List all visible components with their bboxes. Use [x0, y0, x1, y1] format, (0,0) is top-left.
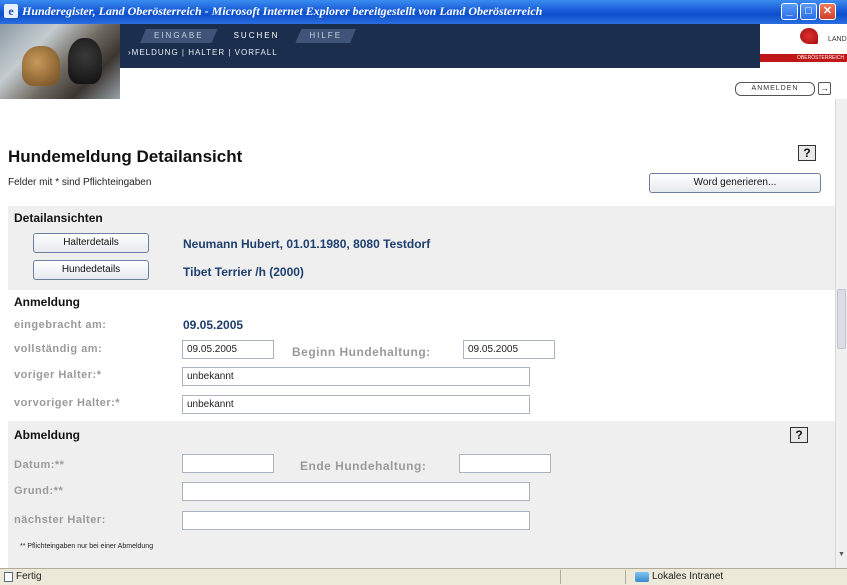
- land-ooe-logo: LAND OBERÖSTERREICH: [760, 24, 847, 68]
- scroll-down-icon[interactable]: ▼: [837, 551, 846, 561]
- eingebracht-value: 09.05.2005: [183, 318, 244, 332]
- main-navigation: EINGABE SUCHEN HILFE ›MELDUNG | HALTER |…: [120, 24, 760, 68]
- datum-label: Datum:**: [14, 459, 65, 471]
- beginn-hundehaltung-label: Beginn Hundehaltung:: [292, 345, 431, 359]
- status-divider: [560, 570, 561, 584]
- intranet-zone-icon: [635, 572, 649, 582]
- datum-field[interactable]: [182, 454, 274, 473]
- voriger-halter-label: voriger Halter:*: [14, 369, 102, 381]
- sub-navigation[interactable]: ›MELDUNG | HALTER | VORFALL: [128, 48, 278, 57]
- abmeldung-help-icon[interactable]: ?: [790, 427, 808, 443]
- beginn-hundehaltung-field[interactable]: 09.05.2005: [463, 340, 555, 359]
- dog-image-brown: [22, 46, 60, 86]
- voriger-halter-field[interactable]: unbekannt: [182, 367, 530, 386]
- login-arrow-icon[interactable]: →: [818, 82, 831, 95]
- help-icon[interactable]: ?: [798, 145, 816, 161]
- dog-image-black: [68, 38, 102, 84]
- vertical-scrollbar[interactable]: ▼: [835, 99, 847, 568]
- naechster-halter-label: nächster Halter:: [14, 514, 106, 526]
- grund-field[interactable]: [182, 482, 530, 501]
- vollstaendig-label: vollständig am:: [14, 343, 103, 355]
- status-bar: Fertig Lokales Intranet: [0, 568, 847, 585]
- logo-red-bar: OBERÖSTERREICH: [760, 54, 847, 62]
- tab-eingabe[interactable]: EINGABE: [140, 29, 218, 43]
- logo-emblem-icon: [800, 28, 818, 44]
- tab-hilfe[interactable]: HILFE: [295, 29, 356, 43]
- logo-land-text: LAND: [828, 36, 847, 43]
- security-zone: Lokales Intranet: [652, 571, 724, 582]
- anmelden-button[interactable]: ANMELDEN: [735, 82, 815, 96]
- eingebracht-label: eingebracht am:: [14, 319, 107, 331]
- status-text: Fertig: [16, 571, 42, 582]
- hunde-summary: Tibet Terrier /h (2000): [183, 265, 304, 279]
- page-done-icon: [4, 572, 13, 582]
- header-banner: EINGABE SUCHEN HILFE ›MELDUNG | HALTER |…: [0, 24, 847, 99]
- vollstaendig-field[interactable]: 09.05.2005: [182, 340, 274, 359]
- halter-summary: Neumann Hubert, 01.01.1980, 8080 Testdor…: [183, 237, 431, 251]
- page-title: Hundemeldung Detailansicht: [8, 147, 243, 166]
- internet-explorer-icon: e: [4, 4, 18, 18]
- status-divider: [625, 570, 626, 584]
- close-button[interactable]: ✕: [819, 3, 836, 20]
- ende-hundehaltung-field[interactable]: [459, 454, 551, 473]
- nav-tabs: EINGABE SUCHEN HILFE: [140, 29, 358, 43]
- halterdetails-button[interactable]: Halterdetails: [33, 233, 149, 253]
- abmeldung-section-title: Abmeldung: [14, 428, 80, 442]
- required-fields-note: Felder mit * sind Pflichteingaben: [8, 177, 152, 188]
- ende-hundehaltung-label: Ende Hundehaltung:: [300, 459, 427, 473]
- naechster-halter-field[interactable]: [182, 511, 530, 530]
- anmeldung-section-title: Anmeldung: [14, 295, 80, 309]
- tab-suchen[interactable]: SUCHEN: [220, 29, 294, 43]
- window-title-bar[interactable]: e Hunderegister, Land Oberösterreich - M…: [0, 0, 847, 24]
- hundedetails-button[interactable]: Hundedetails: [33, 260, 149, 280]
- page-content: Hundemeldung Detailansicht Felder mit * …: [0, 99, 835, 568]
- window-title: Hunderegister, Land Oberösterreich - Mic…: [22, 4, 543, 18]
- scrollbar-thumb[interactable]: [837, 289, 846, 349]
- vorvoriger-halter-field[interactable]: unbekannt: [182, 395, 530, 414]
- word-generieren-button[interactable]: Word generieren...: [649, 173, 821, 193]
- vorvoriger-halter-label: vorvoriger Halter:*: [14, 397, 121, 409]
- abmeldung-footnote: ** Pflichteingaben nur bei einer Abmeldu…: [20, 543, 154, 550]
- maximize-button[interactable]: □: [800, 3, 817, 20]
- detail-section-title: Detailansichten: [14, 211, 103, 225]
- minimize-button[interactable]: _: [781, 3, 798, 20]
- dogs-photo: [0, 24, 120, 99]
- grund-label: Grund:**: [14, 485, 64, 497]
